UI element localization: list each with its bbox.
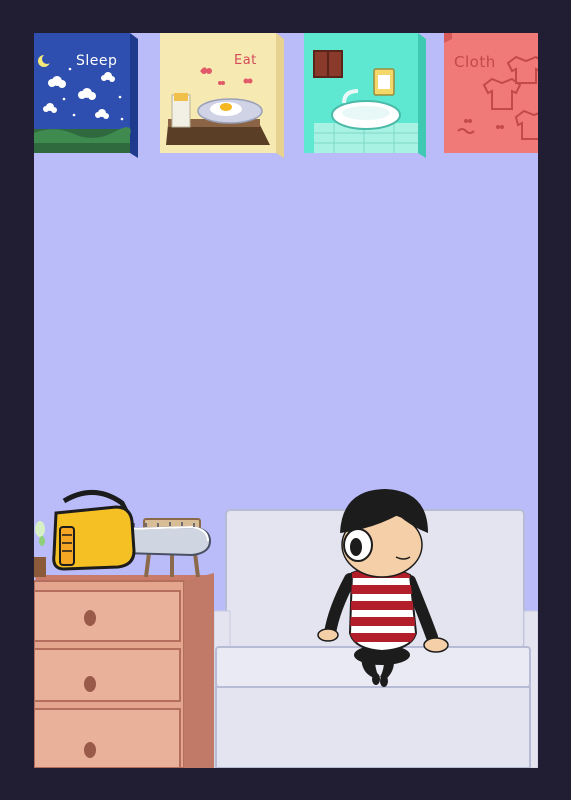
bedroom-scene: Sleep Eat Cloth [34,33,538,768]
plant-icon [34,521,46,577]
game-frame: Sleep Eat Cloth [0,0,571,800]
drawer-knob [84,676,96,692]
room-layer [34,489,538,768]
dresser[interactable] [34,573,214,768]
drawer-knob [84,610,96,626]
chainsaw-icon[interactable] [52,490,212,571]
drawer-knob [84,742,96,758]
